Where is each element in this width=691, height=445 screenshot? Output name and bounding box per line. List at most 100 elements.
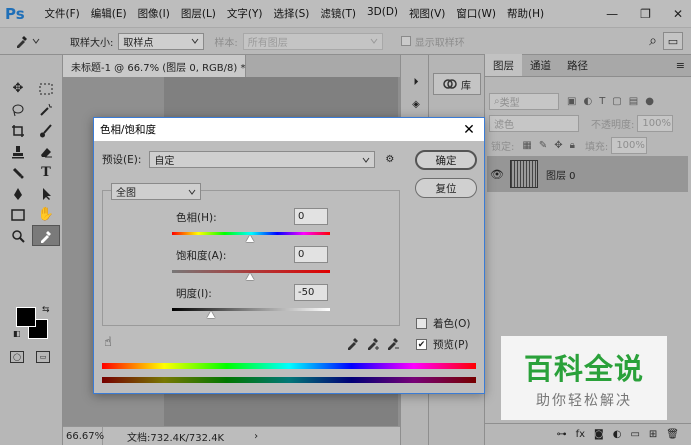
zoom-tool-icon[interactable] — [4, 225, 32, 246]
type-filter-icon[interactable]: T — [599, 96, 605, 107]
screen-mode-icon[interactable]: ▭ — [36, 351, 50, 363]
smudge-tool-icon[interactable] — [4, 162, 32, 183]
foreground-color-swatch[interactable] — [16, 307, 36, 327]
path-selection-tool-icon[interactable] — [32, 183, 60, 204]
library-button[interactable]: 库 — [433, 73, 481, 95]
new-adjustment-icon[interactable]: ◐ — [613, 429, 622, 440]
eraser-tool-icon[interactable] — [32, 141, 60, 162]
menu-image[interactable]: 图像(I) — [132, 6, 175, 21]
link-layers-icon[interactable]: ⊶ — [557, 429, 567, 440]
fill-field[interactable]: 100% — [611, 137, 648, 154]
crop-tool-icon[interactable] — [4, 120, 32, 141]
brush-tool-icon[interactable] — [32, 120, 60, 141]
filter-toggle-icon[interactable]: ● — [645, 96, 654, 107]
preview-option[interactable]: ✔ 预览(P) — [416, 337, 469, 352]
saturation-slider-thumb[interactable] — [246, 273, 254, 280]
layer-row[interactable]: 👁︎ 图层 0 — [487, 156, 688, 192]
menu-layer[interactable]: 图层(L) — [175, 6, 221, 21]
menu-help[interactable]: 帮助(H) — [502, 6, 550, 21]
magic-wand-tool-icon[interactable] — [32, 99, 60, 120]
reset-button[interactable]: 复位 — [415, 178, 477, 198]
preview-checkbox[interactable]: ✔ — [416, 339, 427, 350]
close-window-button[interactable]: ✕ — [673, 7, 683, 21]
menu-view[interactable]: 视图(V) — [404, 6, 451, 21]
colorize-option[interactable]: 着色(O) — [416, 316, 470, 331]
saturation-input[interactable]: 0 — [294, 246, 328, 263]
document-tab[interactable]: 未标题-1 @ 66.7% (图层 0, RGB/8) * × — [63, 55, 263, 77]
eyedropper-tool-icon[interactable] — [32, 225, 60, 246]
eyedropper-icon[interactable] — [346, 336, 360, 353]
channel-select[interactable]: 全图 — [111, 183, 201, 200]
default-colors-icon[interactable]: ◧ — [13, 329, 21, 338]
menu-select[interactable]: 选择(S) — [268, 6, 315, 21]
tab-channels[interactable]: 通道 — [522, 54, 559, 76]
tab-paths[interactable]: 路径 — [559, 54, 596, 76]
preset-options-gear-icon[interactable]: ⚙ — [385, 154, 394, 165]
menu-edit[interactable]: 编辑(E) — [85, 6, 132, 21]
menu-type[interactable]: 文字(Y) — [221, 6, 268, 21]
pen-tool-icon[interactable] — [4, 183, 32, 204]
eyedropper-minus-icon[interactable] — [386, 336, 400, 353]
rectangle-tool-icon[interactable] — [4, 204, 32, 225]
delete-layer-icon[interactable]: 🗑︎ — [666, 429, 679, 440]
new-group-icon[interactable]: ▭ — [630, 429, 639, 440]
add-mask-icon[interactable]: ◙ — [594, 429, 604, 440]
swap-colors-icon[interactable]: ⇆ — [42, 305, 50, 315]
hue-input[interactable]: 0 — [294, 208, 328, 225]
lock-image-icon[interactable]: ✎ — [539, 140, 547, 151]
layer-name[interactable]: 图层 0 — [546, 167, 576, 182]
menu-file[interactable]: 文件(F) — [39, 6, 85, 21]
smart-object-filter-icon[interactable]: ▤ — [629, 96, 638, 107]
zoom-level[interactable]: 66.67% — [63, 427, 104, 445]
quick-mask-icon[interactable]: ◯ — [10, 351, 24, 363]
layer-filter-select[interactable]: ⌕ 类型 — [489, 93, 559, 110]
tool-preset-picker[interactable] — [14, 31, 50, 51]
3d-panel-icon[interactable]: ◈ — [408, 97, 424, 111]
lock-all-icon[interactable]: 🔒︎ — [570, 140, 575, 151]
dialog-titlebar[interactable]: 色相/饱和度 ✕ — [94, 118, 484, 141]
lightness-slider-track[interactable] — [172, 308, 330, 311]
marquee-tool-icon[interactable] — [32, 78, 60, 99]
hue-value: 0 — [298, 211, 305, 222]
minimize-button[interactable]: — — [606, 7, 618, 21]
panel-menu-icon[interactable]: ≡ — [676, 59, 691, 72]
type-tool-icon[interactable]: T — [32, 162, 60, 183]
move-tool-icon[interactable]: ✥ — [4, 78, 32, 99]
lightness-input[interactable]: -50 — [294, 284, 328, 301]
show-sampling-ring-checkbox[interactable] — [400, 36, 411, 46]
status-menu-arrow-icon[interactable]: › — [254, 431, 258, 442]
blend-mode-select[interactable]: 滤色 — [489, 115, 579, 132]
shape-filter-icon[interactable]: ▢ — [612, 96, 621, 107]
show-sampling-ring-option[interactable]: 显示取样环 — [400, 34, 465, 49]
tab-layers[interactable]: 图层 — [485, 54, 522, 76]
layer-style-icon[interactable]: fx — [576, 429, 585, 440]
workspace-switcher[interactable]: ▭ — [663, 32, 683, 50]
history-panel-icon[interactable]: ⏵ — [408, 75, 424, 89]
stamp-tool-icon[interactable] — [4, 141, 32, 162]
new-layer-icon[interactable]: ⊞ — [649, 429, 657, 440]
ok-button[interactable]: 确定 — [415, 150, 477, 170]
restore-button[interactable]: ❐ — [640, 7, 651, 21]
sample-size-select[interactable]: 取样点 — [118, 32, 205, 50]
menu-3d[interactable]: 3D(D) — [361, 6, 403, 21]
dialog-close-icon[interactable]: ✕ — [454, 122, 484, 138]
targeted-adjustment-hand-icon[interactable]: ☝ — [104, 335, 112, 350]
search-icon[interactable]: ⌕ — [649, 33, 657, 49]
lasso-tool-icon[interactable] — [4, 99, 32, 120]
opacity-field[interactable]: 100% — [637, 115, 674, 132]
colorize-checkbox[interactable] — [416, 318, 427, 329]
eyedropper-plus-icon[interactable] — [366, 336, 380, 353]
preset-select[interactable]: 自定 — [149, 151, 376, 168]
lock-position-icon[interactable]: ✥ — [554, 140, 562, 151]
hue-slider-thumb[interactable] — [246, 235, 254, 242]
sample-select[interactable]: 所有图层 — [242, 32, 383, 50]
lightness-slider-thumb[interactable] — [207, 311, 215, 318]
hand-tool-icon[interactable]: ✋ — [32, 204, 60, 225]
lock-transparent-icon[interactable]: ▦ — [522, 140, 531, 151]
menu-window[interactable]: 窗口(W) — [451, 6, 502, 21]
menu-filter[interactable]: 滤镜(T) — [315, 6, 362, 21]
creative-cloud-icon — [443, 79, 457, 89]
adjustment-filter-icon[interactable]: ◐ — [583, 96, 592, 107]
pixel-filter-icon[interactable]: ▣ — [567, 96, 576, 107]
visibility-eye-icon[interactable]: 👁︎ — [487, 168, 507, 181]
